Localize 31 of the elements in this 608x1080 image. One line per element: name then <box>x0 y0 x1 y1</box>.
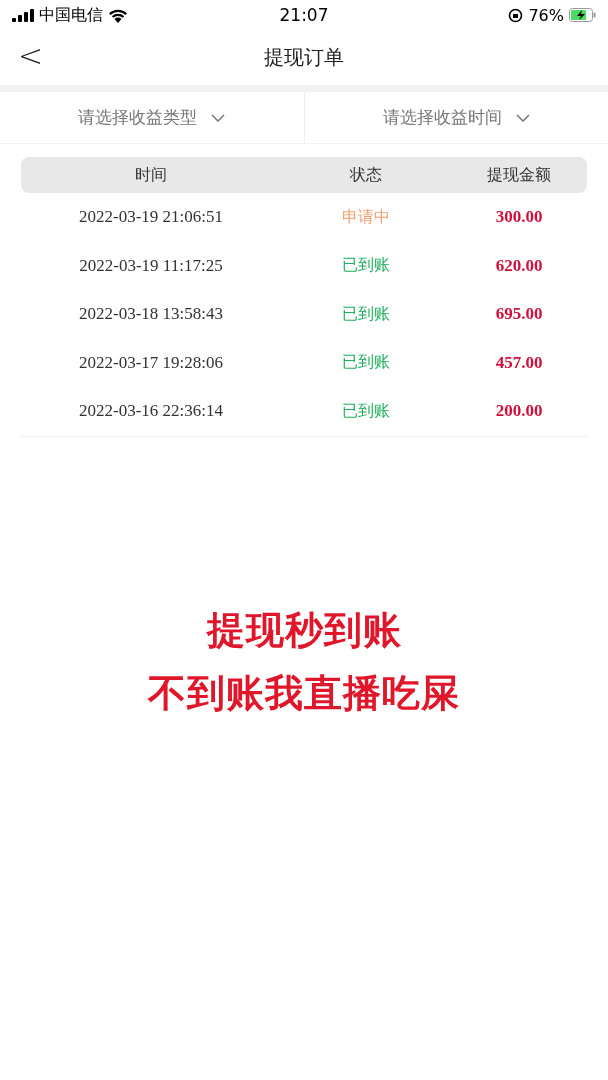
carrier-name: 中国电信 <box>39 4 103 26</box>
page-title: 提现订单 <box>264 44 344 71</box>
time-cell-text: 2022-03-19 21:06:51 <box>78 207 224 228</box>
battery-charging-icon <box>569 8 596 22</box>
column-header: 时间 <box>134 164 168 186</box>
clock-time: 21:07 <box>279 5 329 25</box>
amount-cell-text: 620.00 <box>494 255 544 276</box>
amount-cell-text: 200.00 <box>494 401 544 422</box>
time-cell-text: 2022-03-18 13:58:43 <box>78 304 224 325</box>
battery-percent: 76% <box>528 5 564 25</box>
amount-cell-text: 300.00 <box>494 207 544 228</box>
amount-cell-text: 457.00 <box>494 352 544 373</box>
status-cell-text: 已到账 <box>341 303 391 325</box>
amount-cell-text: 695.00 <box>494 304 544 325</box>
wifi-icon <box>108 7 128 23</box>
status-cell-text: 申请中 <box>341 206 391 228</box>
column-header: 提现金额 <box>486 164 552 186</box>
chevron-down-icon <box>211 113 226 122</box>
status-cell-text: 已到账 <box>341 400 391 422</box>
back-button[interactable]: < <box>12 38 50 73</box>
time-cell-text: 2022-03-17 19:28:06 <box>78 352 224 373</box>
time-cell-text: 2022-03-19 11:17:25 <box>78 255 224 276</box>
status-cell-text: 已到账 <box>341 255 391 277</box>
rotation-lock-icon <box>508 7 524 23</box>
caption-text: 不到账我直播吃屎 <box>148 669 460 717</box>
chevron-down-icon <box>515 113 530 122</box>
column-header: 状态 <box>349 164 383 186</box>
signal-icon <box>12 8 34 22</box>
time-cell-text: 2022-03-16 22:36:14 <box>78 401 224 422</box>
status-cell-text: 已到账 <box>341 352 391 374</box>
caption-text: 提现秒到账 <box>206 606 402 654</box>
